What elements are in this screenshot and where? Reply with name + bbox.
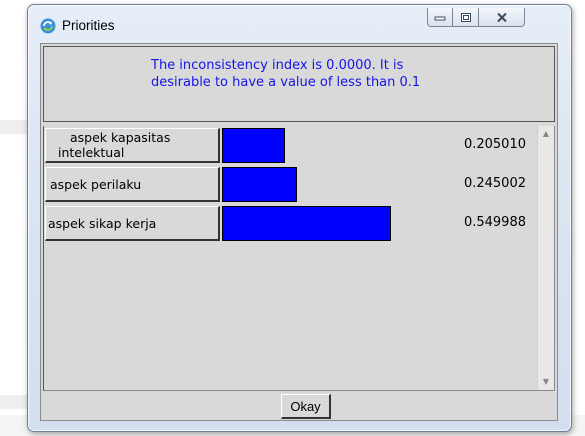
- priorities-list: aspek kapasitas intelektual 0.205010 asp…: [43, 126, 555, 391]
- title-bar[interactable]: Priorities: [28, 5, 571, 43]
- window-title: Priorities: [62, 18, 115, 33]
- background-strip: [0, 120, 27, 134]
- priority-row: aspek kapasitas intelektual 0.205010: [44, 128, 534, 163]
- maximize-button[interactable]: [453, 8, 479, 27]
- priority-value: 0.205010: [463, 137, 526, 152]
- priority-bar: [222, 167, 297, 202]
- priority-label: aspek sikap kerja: [45, 206, 220, 241]
- vertical-scrollbar[interactable]: ▲ ▼: [537, 126, 554, 390]
- close-button[interactable]: [479, 8, 525, 27]
- priority-label: aspek kapasitas intelektual: [45, 128, 220, 163]
- priority-value: 0.549988: [463, 215, 526, 230]
- inconsistency-message-panel: The inconsistency index is 0.0000. It is…: [43, 46, 555, 122]
- priority-row: aspek perilaku 0.245002: [44, 167, 534, 202]
- minimize-button[interactable]: [427, 8, 453, 27]
- priority-label: aspek perilaku: [45, 167, 220, 202]
- scroll-up-arrow-icon[interactable]: ▲: [538, 126, 554, 142]
- scroll-down-arrow-icon[interactable]: ▼: [538, 374, 554, 390]
- close-icon: [496, 12, 507, 22]
- priority-bar: [222, 206, 391, 241]
- dialog-client-area: The inconsistency index is 0.0000. It is…: [40, 43, 558, 421]
- inconsistency-message: The inconsistency index is 0.0000. It is…: [151, 58, 421, 90]
- priorities-window: Priorities The inconsistency index is 0.…: [27, 4, 572, 432]
- background-strip: [0, 395, 27, 409]
- okay-button[interactable]: Okay: [281, 394, 331, 419]
- refresh-icon: [40, 18, 56, 34]
- priority-bar: [222, 128, 285, 163]
- priority-row: aspek sikap kerja 0.549988: [44, 206, 534, 241]
- minimize-icon: [434, 16, 446, 21]
- maximize-icon: [460, 12, 471, 22]
- priority-value: 0.245002: [463, 176, 526, 191]
